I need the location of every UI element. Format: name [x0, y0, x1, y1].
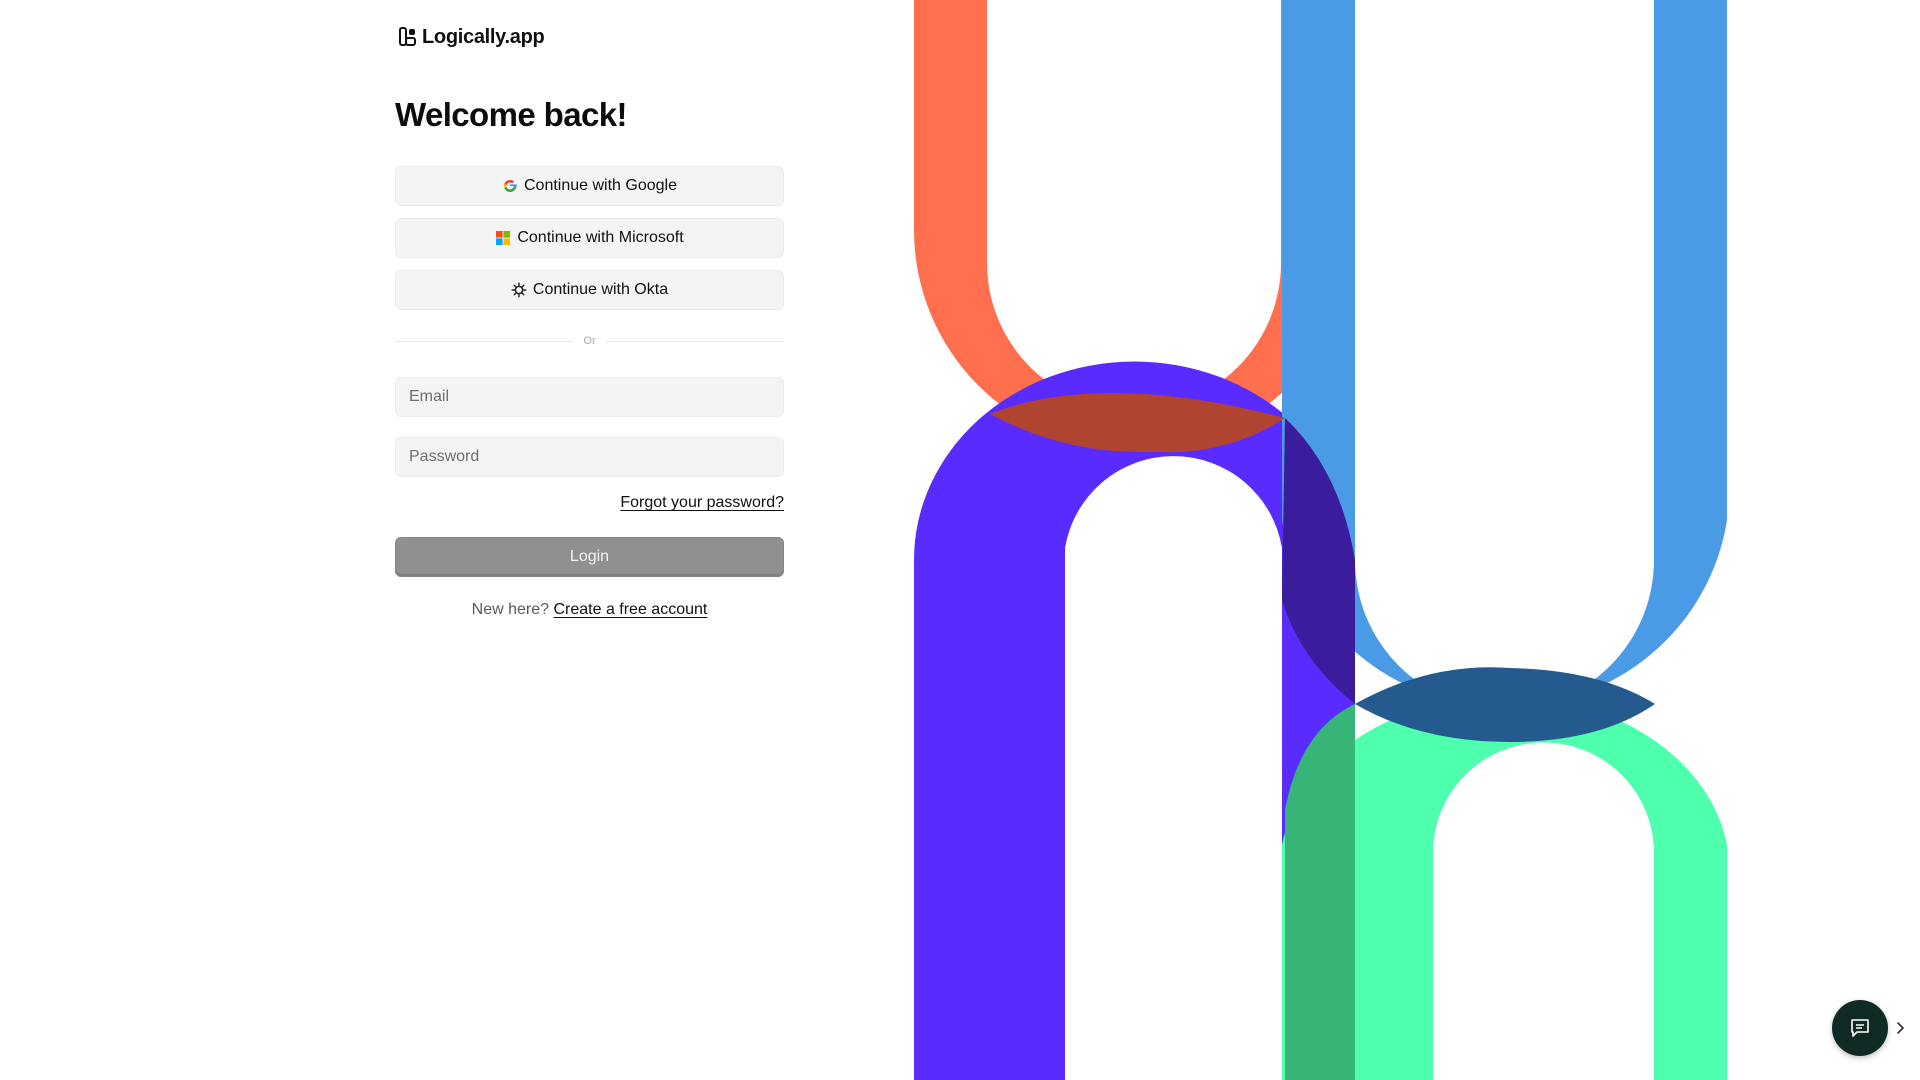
divider-line-left [395, 340, 574, 342]
brand-logo[interactable]: Logically.app [398, 24, 545, 50]
logo-icon [399, 27, 416, 46]
signup-prompt-text: New here? [471, 601, 550, 618]
okta-button-label: Continue with Okta [532, 281, 669, 298]
google-button-label: Continue with Google [524, 177, 677, 194]
or-divider: Or [395, 333, 785, 349]
brand-name: Logically.app [422, 25, 545, 48]
page-title: Welcome back! [395, 96, 627, 133]
login-page: Logically.app Welcome back! Continue wit… [0, 0, 1920, 1080]
divider-line-right [605, 340, 785, 342]
chat-collapse-toggle[interactable] [1893, 1018, 1907, 1038]
okta-icon [511, 282, 527, 298]
login-button[interactable]: Login [395, 537, 784, 577]
divider-text: Or [583, 335, 596, 347]
art-shape-orange [914, 0, 1354, 450]
decorative-artwork [914, 0, 1727, 1080]
password-field[interactable] [395, 437, 784, 477]
art-shape-blue [1282, 0, 1727, 710]
continue-with-google-button[interactable]: Continue with Google [395, 166, 784, 206]
continue-with-microsoft-button[interactable]: Continue with Microsoft [395, 218, 784, 258]
art-shape-violet [914, 361, 1355, 1080]
signup-prompt: New here? Create a free account [395, 601, 784, 619]
google-icon [503, 180, 517, 192]
create-account-link[interactable]: Create a free account [553, 601, 707, 618]
art-overlaps [990, 392, 1655, 1080]
microsoft-icon [496, 231, 511, 245]
art-shape-green [1282, 696, 1727, 1080]
continue-with-okta-button[interactable]: Continue with Okta [395, 270, 784, 310]
chat-icon [1851, 1019, 1869, 1037]
chevron-right-icon [1896, 1022, 1904, 1034]
forgot-password-link[interactable]: Forgot your password? [620, 494, 784, 512]
microsoft-button-label: Continue with Microsoft [517, 229, 684, 246]
chat-button[interactable] [1832, 1000, 1888, 1056]
email-field[interactable] [395, 377, 784, 417]
